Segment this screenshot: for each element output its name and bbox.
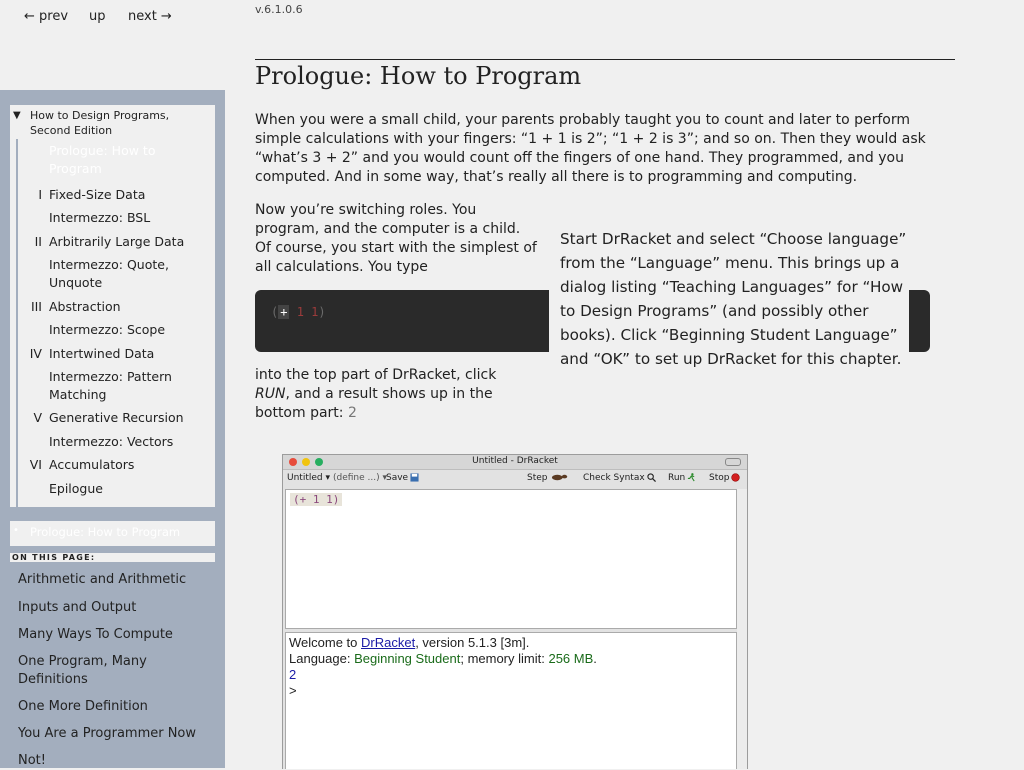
section-link-programmer-now[interactable]: You Are a Programmer Now: [18, 725, 208, 743]
interactions-pane: Welcome to DrRacket, version 5.1.3 [3m].…: [285, 632, 737, 769]
welcome-line: Welcome to DrRacket, version 5.1.3 [3m].: [289, 635, 530, 650]
toc-item-label: Abstraction: [49, 299, 121, 314]
toc-item-label: Prologue: How to Program: [49, 143, 156, 176]
part-number: III: [30, 299, 42, 314]
footprint-icon: [551, 474, 567, 481]
magnifier-icon: [647, 473, 656, 482]
step-button: Step: [527, 473, 570, 483]
language-line: Language: Beginning Student; memory limi…: [289, 651, 597, 666]
interaction-prompt: >: [289, 683, 297, 698]
toc-item-label: Intermezzo: Pattern Matching: [49, 369, 172, 402]
section-link-arithmetic[interactable]: Arithmetic and Arithmetic: [18, 571, 208, 589]
drracket-scrollbar: [737, 489, 747, 769]
part-number: I: [38, 187, 42, 202]
drracket-window-title: Untitled - DrRacket: [472, 456, 558, 466]
intro-paragraph: When you were a small child, your parent…: [255, 112, 926, 185]
toc-item-label: Arbitrarily Large Data: [49, 234, 185, 249]
margin-note: Start DrRacket and select “Choose langua…: [549, 223, 909, 375]
section-link-one-more-definition[interactable]: One More Definition: [18, 698, 208, 716]
toc-item-label: Generative Recursion: [49, 410, 184, 425]
toc-item-label: Intermezzo: BSL: [49, 210, 151, 225]
table-of-contents: ▼ How to Design Programs, Second Edition…: [10, 105, 215, 507]
drracket-screenshot: Untitled - DrRacket Untitled ▾ (define .…: [282, 454, 748, 769]
toc-item-label: Intermezzo: Quote, Unquote: [49, 257, 169, 290]
stop-icon: [731, 473, 741, 482]
run-button: Run: [668, 473, 696, 483]
title-rule: [255, 59, 955, 60]
version-label: v.6.1.0.6: [255, 3, 303, 16]
toc-item-label: Epilogue: [49, 481, 103, 496]
plus-operator: +: [278, 305, 290, 319]
drracket-link: DrRacket: [361, 635, 416, 650]
toolbar-toggle-icon: [725, 458, 741, 466]
code-expression: (+ 1 1): [271, 305, 326, 319]
section-link-many-definitions[interactable]: One Program, Many Definitions: [18, 653, 208, 689]
toc-item-label: Accumulators: [49, 457, 135, 472]
main-content: v.6.1.0.6 Prologue: How to Program When …: [225, 0, 1024, 769]
up-link[interactable]: up: [89, 9, 106, 24]
part-number: VI: [29, 457, 42, 472]
switching-roles-paragraph: Now you’re switching roles. You program,…: [255, 202, 537, 275]
definitions-pane: (+ 1 1): [285, 489, 737, 629]
drracket-toolbar: Untitled ▾ (define ...) ▾ Save Step Chec…: [283, 470, 747, 488]
file-menu-button: Untitled ▾: [287, 473, 330, 483]
book-title[interactable]: How to Design Programs, Second Edition: [30, 108, 190, 138]
bullet-icon: •: [13, 525, 19, 536]
running-man-icon: [688, 473, 695, 482]
check-syntax-button: Check Syntax: [583, 473, 656, 483]
part-number: IV: [29, 346, 42, 361]
on-this-page-heading: ON THIS PAGE:: [10, 553, 215, 562]
toc-item-label: Fixed-Size Data: [49, 187, 146, 202]
top-navigation: ← prev up next →: [0, 0, 225, 90]
current-page-label: Prologue: How to Program: [30, 525, 181, 539]
next-link[interactable]: next →: [128, 9, 172, 24]
section-link-not[interactable]: Not!: [18, 752, 208, 770]
stop-button: Stop: [709, 473, 741, 483]
result-value: 2: [347, 405, 357, 421]
toc-item-label: Intermezzo: Scope: [49, 322, 166, 337]
interaction-result: 2: [289, 667, 297, 682]
toc-item-label: Intertwined Data: [49, 346, 155, 361]
floppy-disk-icon: [410, 473, 419, 482]
left-sidebar: ▼ How to Design Programs, Second Edition…: [0, 90, 225, 768]
definitions-code: (+ 1 1): [290, 493, 343, 506]
run-result-paragraph: into the top part of DrRacket, click RUN…: [255, 367, 497, 421]
expand-triangle-icon[interactable]: ▼: [13, 108, 21, 123]
page-title: Prologue: How to Program: [255, 62, 582, 90]
part-number: V: [33, 410, 42, 425]
current-page-link[interactable]: • Prologue: How to Program: [10, 521, 215, 546]
part-number: II: [34, 234, 42, 249]
save-button: Save: [386, 473, 419, 483]
define-menu-button: (define ...) ▾: [333, 473, 388, 483]
drracket-titlebar: Untitled - DrRacket: [283, 455, 747, 470]
prev-link[interactable]: ← prev: [24, 9, 68, 24]
section-link-ways-to-compute[interactable]: Many Ways To Compute: [18, 626, 208, 644]
margin-note-text: Start DrRacket and select “Choose langua…: [560, 230, 907, 368]
toc-item-label: Intermezzo: Vectors: [49, 434, 174, 449]
section-link-inputs-output[interactable]: Inputs and Output: [18, 599, 208, 617]
